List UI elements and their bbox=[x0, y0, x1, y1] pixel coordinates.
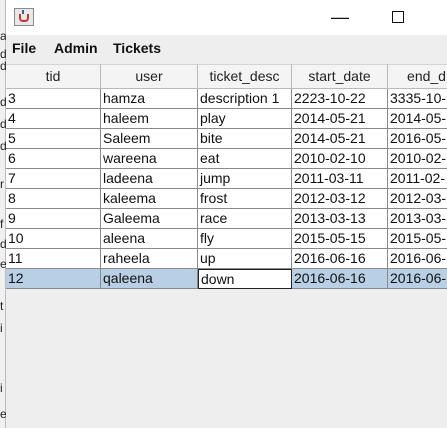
cell-ticket-desc[interactable]: fly bbox=[198, 229, 292, 249]
column-header-ticket-desc[interactable]: ticket_desc bbox=[198, 64, 292, 89]
cell-start-date[interactable]: 2014-05-21 bbox=[292, 109, 388, 129]
title-bar: — bbox=[6, 0, 447, 35]
table-row[interactable]: 9 Galeema race 2013-03-13 2013-03- bbox=[6, 209, 447, 229]
column-header-start-date[interactable]: start_date bbox=[292, 64, 388, 89]
table-empty-area bbox=[6, 289, 447, 428]
cell-end-date[interactable]: 2011-02- bbox=[388, 169, 447, 189]
cell-end-date[interactable]: 2010-02- bbox=[388, 149, 447, 169]
menu-admin[interactable]: Admin bbox=[54, 40, 98, 56]
background-window-text: i bbox=[0, 321, 3, 335]
cell-start-date[interactable]: 2016-06-16 bbox=[292, 269, 388, 289]
cell-end-date[interactable]: 2013-03- bbox=[388, 209, 447, 229]
tickets-table: tid user ticket_desc start_date end_d 3h… bbox=[6, 61, 447, 428]
background-window-text: r bbox=[0, 177, 4, 191]
menu-bar: File Admin Tickets bbox=[6, 35, 447, 61]
cell-start-date[interactable]: 2011-03-11 bbox=[292, 169, 388, 189]
maximize-icon bbox=[392, 11, 404, 23]
menu-tickets[interactable]: Tickets bbox=[113, 40, 161, 56]
maximize-button[interactable] bbox=[378, 6, 418, 28]
cell-tid[interactable]: 7 bbox=[6, 169, 101, 189]
cell-end-date[interactable]: 3335-10- bbox=[388, 89, 447, 109]
cell-ticket-desc[interactable]: jump bbox=[198, 169, 292, 189]
cell-user[interactable]: Galeema bbox=[101, 209, 198, 229]
cell-end-date[interactable]: 2014-05- bbox=[388, 109, 447, 129]
cell-user[interactable]: kaleema bbox=[101, 189, 198, 209]
table-row[interactable]: 3 hamza description 1 2223-10-22 3335-10- bbox=[6, 89, 447, 109]
cell-start-date[interactable]: 2015-05-15 bbox=[292, 229, 388, 249]
cell-tid[interactable]: 11 bbox=[6, 249, 101, 269]
background-window-text: f bbox=[0, 217, 4, 231]
cell-ticket-desc[interactable]: description 1 bbox=[198, 89, 292, 109]
cell-ticket-desc[interactable]: down bbox=[198, 269, 292, 289]
cell-user[interactable]: hamza bbox=[101, 89, 198, 109]
column-header-end-date[interactable]: end_d bbox=[388, 64, 447, 89]
minimize-button[interactable]: — bbox=[320, 6, 360, 28]
table-row[interactable]: 7 ladeena jump 2011-03-11 2011-02- bbox=[6, 169, 447, 189]
cell-tid[interactable]: 6 bbox=[6, 149, 101, 169]
table-header: tid user ticket_desc start_date end_d bbox=[6, 64, 447, 89]
cell-tid[interactable]: 10 bbox=[6, 229, 101, 249]
table-row[interactable]: 10 aleena fly 2015-05-15 2015-05- bbox=[6, 229, 447, 249]
cell-ticket-desc[interactable]: frost bbox=[198, 189, 292, 209]
cell-start-date[interactable]: 2012-03-12 bbox=[292, 189, 388, 209]
minimize-icon: — bbox=[331, 7, 349, 27]
cell-user[interactable]: wareena bbox=[101, 149, 198, 169]
column-header-tid[interactable]: tid bbox=[6, 64, 101, 89]
background-window-text: t bbox=[0, 299, 4, 313]
cell-ticket-desc[interactable]: race bbox=[198, 209, 292, 229]
cell-tid[interactable]: 4 bbox=[6, 109, 101, 129]
cell-tid[interactable]: 12 bbox=[6, 269, 101, 289]
table-row[interactable]: 12 qaleena down 2016-06-16 2016-06- bbox=[6, 269, 447, 289]
cell-end-date[interactable]: 2016-06- bbox=[388, 249, 447, 269]
cell-user[interactable]: raheela bbox=[101, 249, 198, 269]
cell-end-date[interactable]: 2012-03- bbox=[388, 189, 447, 209]
cell-end-date[interactable]: 2016-06- bbox=[388, 269, 447, 289]
cell-start-date[interactable]: 2016-06-16 bbox=[292, 249, 388, 269]
menu-file[interactable]: File bbox=[12, 40, 36, 56]
cell-start-date[interactable]: 2014-05-21 bbox=[292, 129, 388, 149]
cell-ticket-desc[interactable]: play bbox=[198, 109, 292, 129]
cell-ticket-desc[interactable]: up bbox=[198, 249, 292, 269]
table-row[interactable]: 11 raheela up 2016-06-16 2016-06- bbox=[6, 249, 447, 269]
background-window-text: i bbox=[0, 381, 3, 395]
cell-end-date[interactable]: 2016-05- bbox=[388, 129, 447, 149]
cell-tid[interactable]: 3 bbox=[6, 89, 101, 109]
table-row[interactable]: 5 Saleem bite 2014-05-21 2016-05- bbox=[6, 129, 447, 149]
table-row[interactable]: 4 haleem play 2014-05-21 2014-05- bbox=[6, 109, 447, 129]
cell-start-date[interactable]: 2223-10-22 bbox=[292, 89, 388, 109]
cell-tid[interactable]: 8 bbox=[6, 189, 101, 209]
java-cup-icon bbox=[14, 8, 34, 26]
cell-user[interactable]: haleem bbox=[101, 109, 198, 129]
cell-user[interactable]: ladeena bbox=[101, 169, 198, 189]
cell-user[interactable]: Saleem bbox=[101, 129, 198, 149]
cell-user[interactable]: aleena bbox=[101, 229, 198, 249]
cell-user[interactable]: qaleena bbox=[101, 269, 198, 289]
cell-tid[interactable]: 9 bbox=[6, 209, 101, 229]
cell-ticket-desc[interactable]: eat bbox=[198, 149, 292, 169]
table-row[interactable]: 8 kaleema frost 2012-03-12 2012-03- bbox=[6, 189, 447, 209]
app-window: — File Admin Tickets tid user ticket_des… bbox=[6, 0, 447, 428]
column-header-user[interactable]: user bbox=[101, 64, 198, 89]
cell-start-date[interactable]: 2013-03-13 bbox=[292, 209, 388, 229]
cell-ticket-desc[interactable]: bite bbox=[198, 129, 292, 149]
cell-start-date[interactable]: 2010-02-10 bbox=[292, 149, 388, 169]
table-row[interactable]: 6 wareena eat 2010-02-10 2010-02- bbox=[6, 149, 447, 169]
cell-end-date[interactable]: 2015-05- bbox=[388, 229, 447, 249]
cell-tid[interactable]: 5 bbox=[6, 129, 101, 149]
